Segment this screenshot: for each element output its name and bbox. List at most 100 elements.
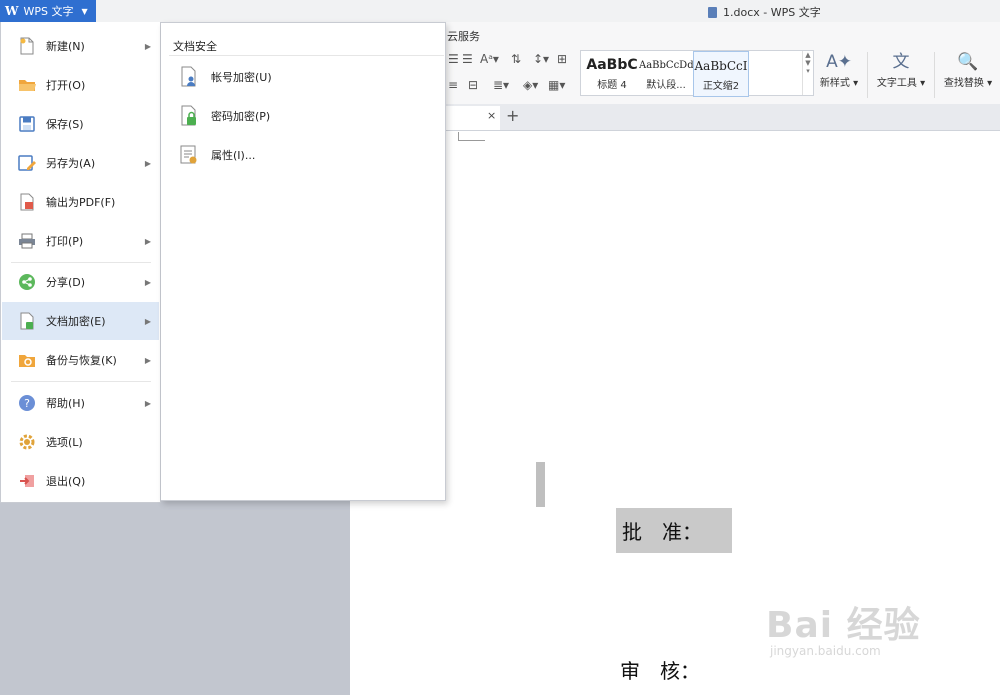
submenu-item-account-encrypt[interactable]: 帐号加密(U) [179,64,272,90]
baidu-watermark: Bai 经验 jingyan.baidu.com [766,596,921,658]
menu-item-label: 选项(L) [46,436,83,449]
find-replace-button[interactable]: 🔍 查找替换 ▾ [940,50,996,89]
pdf-icon [18,193,36,211]
style-name: 标题 4 [597,80,627,91]
watermark-brand: Bai 经验 [766,605,921,646]
submenu-arrow-icon: ▶ [144,236,151,246]
password-lock-icon [179,105,199,127]
style-sample: AaBbCcI [694,59,748,73]
menu-item-new[interactable]: 新建(N) ▶ [2,27,159,65]
indent-icon[interactable]: ☰ [448,52,459,66]
menu-item-print[interactable]: 打印(P) ▶ [2,222,159,260]
save-as-icon [18,154,36,172]
tab-cloud-service[interactable]: 云服务 [447,28,480,44]
approve-line[interactable]: 批 准： [616,508,732,553]
menu-item-label: 文档加密(E) [46,315,106,328]
new-style-button[interactable]: A✦ 新样式 ▾ [816,50,862,89]
border-icon[interactable]: ▦▾ [548,78,565,92]
submenu-arrow-icon: ▶ [144,316,151,326]
magnifier-icon: 🔍 [957,52,979,72]
menu-item-save[interactable]: 保存(S) [2,105,159,143]
distribute-icon[interactable]: ⊟ [468,78,478,92]
menu-item-export-pdf[interactable]: 输出为PDF(F) [2,183,159,221]
menu-item-options[interactable]: 选项(L) [2,423,159,461]
doc-encrypt-icon [18,312,36,330]
style-sample: AaBbCcDd [639,60,693,71]
styles-gallery: AaBbC 标题 4 AaBbCcDd 默认段... AaBbCcI 正文缩2 … [580,50,814,97]
submenu-divider [169,55,444,56]
submenu-item-label: 属性(I)... [211,149,256,162]
menu-item-exit[interactable]: 退出(Q) [2,462,159,500]
style-heading4[interactable]: AaBbC 标题 4 [585,51,639,95]
submenu-item-label: 密码加密(P) [211,110,271,123]
menu-item-backup-restore[interactable]: 备份与恢复(K) ▶ [2,341,159,379]
window-title-text: 1.docx - WPS 文字 [723,6,821,19]
paragraph-spacing-icon[interactable]: ≣▾ [493,78,509,92]
style-sample: AaBbC [586,57,638,73]
new-style-icon: A✦ [826,52,852,72]
margin-corner-marker [458,132,485,141]
text-tools-icon: 文 [892,52,910,72]
menu-item-label: 打开(O) [46,79,86,92]
wps-main-menu: 新建(N) ▶ 打开(O) 保存(S) 另存为(A) ▶ 输出为PDF(F) 打… [0,22,161,503]
gallery-scrollbar[interactable]: ▲ ▼ ▾ [802,51,813,95]
watermark-url: jingyan.baidu.com [770,644,881,658]
help-icon: ? [18,394,36,412]
exit-icon [18,472,36,490]
style-body-indent2[interactable]: AaBbCcI 正文缩2 [693,51,749,97]
wps-menu-button[interactable]: W WPS 文字 ▼ [0,0,96,22]
submenu-arrow-icon: ▶ [144,158,151,168]
submenu-arrow-icon: ▶ [144,41,151,51]
submenu-item-properties[interactable]: 属性(I)... [179,142,255,168]
menu-item-save-as[interactable]: 另存为(A) ▶ [2,144,159,182]
gear-icon [18,433,36,451]
menu-separator [11,381,151,382]
menu-item-label: 新建(N) [46,40,85,53]
find-replace-label: 查找替换 [943,78,984,89]
text-cursor-marker [536,462,545,507]
svg-text:?: ? [24,397,30,410]
share-icon [18,273,36,291]
menu-item-help[interactable]: ? 帮助(H) ▶ [2,384,159,422]
menu-item-label: 输出为PDF(F) [46,196,116,209]
menu-item-label: 分享(D) [46,276,86,289]
submenu-heading: 文档安全 [173,40,217,53]
doc-security-submenu: 文档安全 帐号加密(U) 密码加密(P) 属性(I)... [161,22,446,501]
submenu-item-label: 帐号加密(U) [211,71,272,84]
print-icon [18,232,36,250]
menu-item-share[interactable]: 分享(D) ▶ [2,263,159,301]
close-icon[interactable]: × [487,109,496,122]
text-tools-button[interactable]: 文 文字工具 ▾ [874,50,928,89]
new-style-label: 新样式 [819,78,850,89]
menu-item-label: 打印(P) [46,235,84,248]
align-icon[interactable]: ≡ [448,78,458,92]
title-bar: W WPS 文字 ▼ 1.docx - WPS 文字 [0,0,1000,22]
new-doc-icon [18,37,36,55]
menu-item-label: 保存(S) [46,118,84,131]
save-icon [18,115,36,133]
open-folder-icon [18,76,36,94]
sort-icon[interactable]: ⇅ [511,52,521,66]
font-size-icon[interactable]: Aᵃ▾ [480,52,499,66]
line-spacing-icon[interactable]: ↕▾ [533,52,549,66]
outdent-icon[interactable]: ☰ [462,52,473,66]
table-icon[interactable]: ⊞ [557,52,567,66]
shading-icon[interactable]: ◈▾ [523,78,538,92]
menu-item-doc-encrypt[interactable]: 文档加密(E) ▶ [2,302,159,340]
account-lock-icon [179,66,199,88]
chevron-down-icon: ▼ [81,6,88,16]
ribbon-separator [867,52,868,98]
menu-item-open[interactable]: 打开(O) [2,66,159,104]
wps-menu-label: WPS 文字 [23,5,74,18]
text-tools-label: 文字工具 [876,78,917,89]
submenu-item-password-encrypt[interactable]: 密码加密(P) [179,103,270,129]
style-default-paragraph[interactable]: AaBbCcDd 默认段... [639,51,693,95]
wps-logo-icon: W [5,4,19,18]
menu-item-label: 备份与恢复(K) [46,354,117,367]
submenu-arrow-icon: ▶ [144,398,151,408]
new-tab-plus-icon[interactable]: + [506,106,519,125]
review-line[interactable]: 审 核： [620,655,700,684]
menu-item-label: 另存为(A) [46,157,96,170]
style-name: 默认段... [646,80,686,91]
backup-icon [18,351,36,369]
